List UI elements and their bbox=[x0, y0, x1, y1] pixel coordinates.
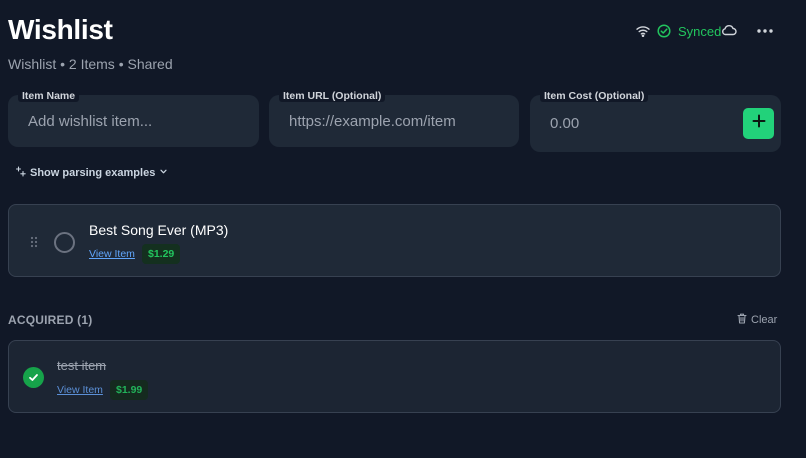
wishlist-item: Best Song Ever (MP3) View Item $1.29 bbox=[8, 204, 781, 277]
acquired-item: test item View Item $1.99 bbox=[8, 340, 781, 413]
item-url-input[interactable] bbox=[289, 95, 509, 147]
view-item-link[interactable]: View Item bbox=[57, 384, 103, 396]
sync-status: Synced bbox=[636, 22, 721, 40]
cloud-icon[interactable] bbox=[721, 23, 737, 42]
drag-handle-icon[interactable] bbox=[30, 235, 38, 253]
sync-status-label: Synced bbox=[678, 23, 722, 39]
item-url-field: Item URL (Optional) bbox=[269, 90, 519, 147]
show-parsing-examples-toggle[interactable]: Show parsing examples bbox=[15, 166, 168, 180]
view-item-link[interactable]: View Item bbox=[89, 248, 135, 260]
item-cost-input[interactable] bbox=[550, 95, 771, 152]
page-subtitle: Wishlist • 2 Items • Shared bbox=[8, 56, 173, 72]
item-name-field: Item Name bbox=[8, 90, 259, 147]
plus-icon bbox=[752, 114, 766, 133]
acquired-item-title: test item bbox=[57, 358, 107, 373]
add-item-button[interactable] bbox=[743, 108, 774, 139]
checked-circle-icon[interactable] bbox=[23, 367, 44, 388]
page-title: Wishlist bbox=[8, 14, 113, 45]
item-title: Best Song Ever (MP3) bbox=[89, 222, 229, 238]
clear-acquired-button[interactable]: Clear bbox=[737, 313, 777, 327]
show-parsing-examples-label: Show parsing examples bbox=[30, 167, 156, 179]
clear-label: Clear bbox=[751, 314, 778, 326]
trash-icon bbox=[737, 313, 747, 327]
sparkles-icon bbox=[15, 166, 26, 180]
item-name-input[interactable] bbox=[28, 95, 249, 147]
more-icon[interactable] bbox=[756, 22, 774, 45]
item-price-badge: $1.29 bbox=[142, 244, 181, 264]
item-price-badge: $1.99 bbox=[110, 380, 149, 400]
acquired-heading: ACQUIRED (1) bbox=[8, 313, 93, 327]
chevron-down-icon bbox=[159, 167, 168, 179]
wishlist-app: Wishlist Wishlist • 2 Items • Shared Syn… bbox=[0, 0, 806, 458]
item-checkbox[interactable] bbox=[54, 232, 75, 253]
check-circle-icon bbox=[657, 24, 671, 38]
wifi-icon bbox=[636, 25, 650, 37]
